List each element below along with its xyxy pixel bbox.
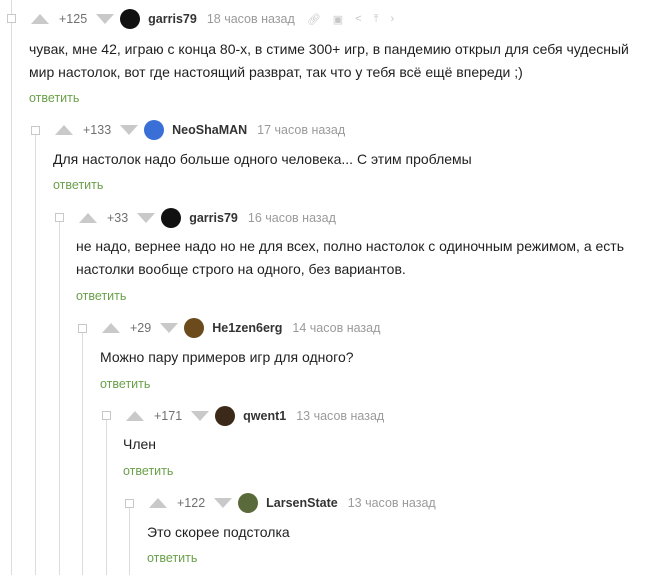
upvote-icon[interactable] xyxy=(126,411,144,421)
upvote-icon[interactable] xyxy=(55,125,73,135)
comment-rating: +125 xyxy=(59,12,88,26)
comment-time[interactable]: 13 часов назад xyxy=(348,496,436,510)
collapse-toggle[interactable] xyxy=(7,14,16,23)
downvote-icon[interactable] xyxy=(137,213,156,223)
collapse-toggle[interactable] xyxy=(78,324,87,333)
downvote-icon[interactable] xyxy=(120,125,139,135)
comment-text: Для настолок надо больше одного человека… xyxy=(53,151,472,167)
comment-rating: +171 xyxy=(154,409,183,423)
upvote-icon[interactable] xyxy=(149,498,167,508)
comment-author[interactable]: He1zen6erg xyxy=(212,321,282,335)
downvote-icon[interactable] xyxy=(96,14,115,24)
more-icon[interactable]: › xyxy=(391,13,395,25)
avatar[interactable] xyxy=(238,493,259,513)
comment-rating: +133 xyxy=(83,123,112,137)
comment-text: не надо, вернее надо но не для всех, пол… xyxy=(76,238,624,277)
upvote-icon[interactable] xyxy=(79,213,97,223)
thread-rail[interactable] xyxy=(35,130,36,575)
reply-button[interactable]: ответить xyxy=(147,551,197,565)
comment-author[interactable]: LarsenState xyxy=(266,496,338,510)
thread-rail[interactable] xyxy=(82,328,83,575)
comment-author[interactable]: garris79 xyxy=(189,211,238,225)
thread-rail[interactable] xyxy=(59,218,60,575)
reply-button[interactable]: ответить xyxy=(76,289,126,303)
avatar[interactable] xyxy=(120,9,141,29)
link-icon[interactable]: 🔗︎ xyxy=(307,13,321,26)
avatar[interactable] xyxy=(144,120,165,140)
downvote-icon[interactable] xyxy=(160,323,179,333)
reply-button[interactable]: ответить xyxy=(29,91,79,105)
avatar[interactable] xyxy=(215,406,236,426)
reply-button[interactable]: ответить xyxy=(53,178,103,192)
comment-text: Можно пару примеров игр для одного? xyxy=(100,349,354,365)
thread-rail[interactable] xyxy=(11,0,12,575)
pin-top-icon[interactable]: ⤒ xyxy=(374,13,379,26)
upvote-icon[interactable] xyxy=(31,14,49,24)
upvote-icon[interactable] xyxy=(102,323,120,333)
comment-text: Член xyxy=(123,436,157,452)
downvote-icon[interactable] xyxy=(191,411,210,421)
comment-author[interactable]: garris79 xyxy=(148,12,197,26)
comment-time[interactable]: 14 часов назад xyxy=(292,321,380,335)
comment-rating: +33 xyxy=(107,211,129,225)
avatar[interactable] xyxy=(184,318,205,338)
collapse-toggle[interactable] xyxy=(55,213,64,222)
comment-time[interactable]: 17 часов назад xyxy=(257,123,345,137)
comment-rating: +29 xyxy=(130,321,152,335)
collapse-toggle[interactable] xyxy=(125,499,134,508)
thread-rail[interactable] xyxy=(129,503,130,575)
comment-time[interactable]: 16 часов назад xyxy=(248,211,336,225)
save-icon[interactable]: ▣ xyxy=(333,13,343,26)
reply-button[interactable]: ответить xyxy=(100,377,150,391)
collapse-toggle[interactable] xyxy=(31,126,40,135)
comment-text: Это скорее подстолка xyxy=(147,524,290,540)
comment-author[interactable]: NeoShaMAN xyxy=(172,123,247,137)
thread-rail[interactable] xyxy=(106,416,107,575)
comment-time[interactable]: 18 часов назад xyxy=(207,12,295,26)
share-icon[interactable]: < xyxy=(355,13,361,25)
reply-button[interactable]: ответить xyxy=(123,464,173,478)
downvote-icon[interactable] xyxy=(214,498,233,508)
collapse-toggle[interactable] xyxy=(102,411,111,420)
comment-author[interactable]: qwent1 xyxy=(243,409,286,423)
avatar[interactable] xyxy=(161,208,182,228)
comment-time[interactable]: 13 часов назад xyxy=(296,409,384,423)
comment-text: чувак, мне 42, играю с конца 80-х, в сти… xyxy=(29,41,629,80)
comment-rating: +122 xyxy=(177,496,206,510)
